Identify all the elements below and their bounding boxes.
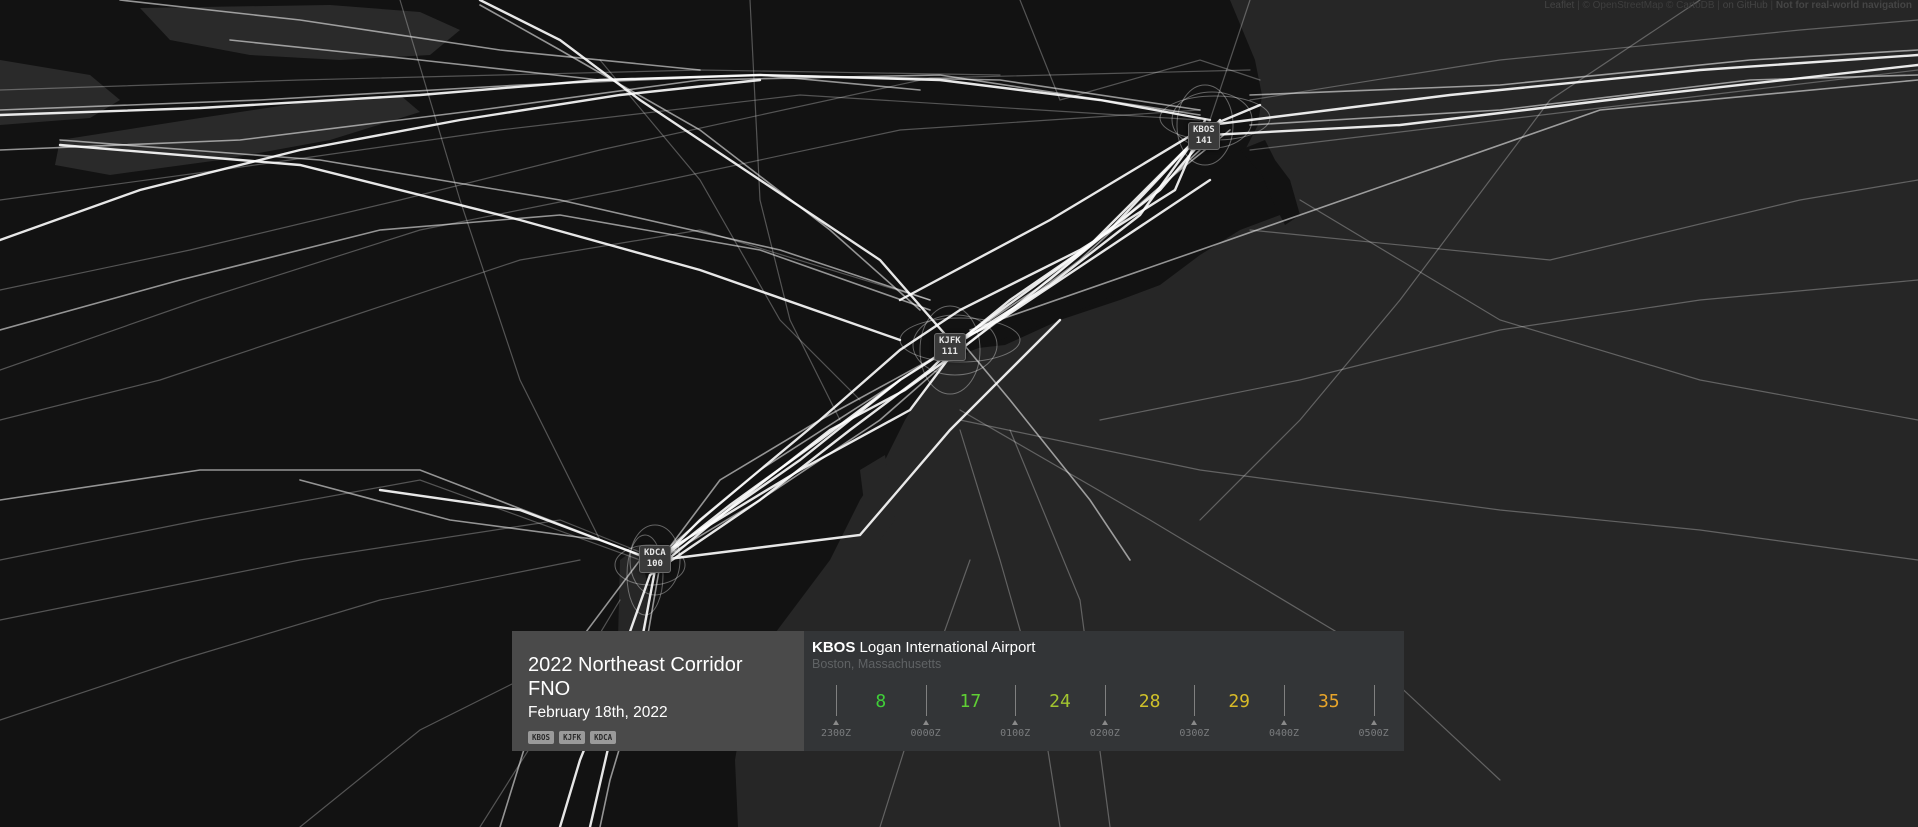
airport-marker-code: KDCA — [644, 548, 666, 558]
hourly-arrival-count: 24 — [1049, 691, 1071, 712]
timeline-time-label: 0500Z — [1358, 728, 1389, 739]
airport-code: KBOS — [812, 639, 856, 656]
event-title: 2022 Northeast Corridor FNO — [528, 654, 743, 700]
timeline-tick-arrow-icon — [1012, 720, 1019, 725]
hourly-arrival-count: 17 — [959, 691, 982, 712]
timeline-tick-arrow-icon — [833, 720, 839, 725]
hourly-arrival-count: 35 — [1317, 691, 1340, 712]
airport-tag-kjfk[interactable]: KJFK — [559, 731, 586, 744]
timeline-time-label: 0300Z — [1179, 728, 1210, 739]
map-attribution: Leaflet | © OpenStreetMap © CartoDB | on… — [1544, 0, 1912, 11]
timeline-tick-arrow-icon — [922, 720, 929, 725]
timeline-tick — [925, 685, 927, 716]
airport-marker-kdca[interactable]: KDCA 100 — [639, 545, 671, 573]
airport-marker-count: 100 — [646, 559, 663, 569]
airport-marker-count: 141 — [1195, 136, 1212, 146]
airport-heading: KBOS Logan International Airport — [812, 639, 1396, 656]
airport-city: Boston, Massachusetts — [812, 657, 942, 671]
timeline-tick — [1194, 685, 1196, 716]
timeline-tick — [1373, 685, 1375, 716]
airport-marker-kjfk[interactable]: KJFK 111 — [934, 333, 966, 361]
airport-marker-code: KBOS — [1193, 125, 1215, 135]
timeline-time-label: 0100Z — [1000, 728, 1031, 739]
timeline-time-label: 0000Z — [910, 728, 941, 739]
airport-marker-count: 111 — [941, 347, 958, 357]
timeline-tick — [1104, 685, 1106, 716]
timeline-tick-arrow-icon — [1370, 720, 1377, 725]
leaflet-link[interactable]: Leaflet — [1544, 0, 1574, 11]
timeline-time-label: 2300Z — [820, 728, 852, 739]
airport-tag-kbos[interactable]: KBOS — [528, 731, 555, 744]
timeline-time-label: 0400Z — [1268, 728, 1300, 739]
timeline-tick — [1284, 685, 1285, 716]
timeline-tick-arrow-icon — [1191, 720, 1198, 725]
airport-detail-card: KBOS Logan International Airport Boston,… — [804, 631, 1404, 751]
hourly-arrival-count: 28 — [1138, 691, 1161, 712]
arrivals-timeline: 2300Z 0000Z 0100Z 0200Z 0300Z 0400Z 0500Z 8 17 24… — [804, 685, 1404, 751]
navigation-warning: Not for real-world navigation — [1775, 0, 1912, 11]
timeline-time-label: 0200Z — [1089, 728, 1120, 739]
event-date: February 18th, 2022 — [528, 704, 668, 721]
airport-marker-code: KJFK — [939, 336, 961, 346]
carto-attribution: © CartoDB — [1666, 0, 1715, 11]
airport-tags: KBOS KJFK KDCA — [528, 731, 788, 744]
timeline-tick — [1015, 685, 1017, 716]
info-panel: 2022 Northeast Corridor FNO February 18t… — [512, 631, 1404, 751]
event-card: 2022 Northeast Corridor FNO February 18t… — [512, 631, 804, 751]
hourly-arrival-count: 8 — [875, 691, 887, 712]
airport-name: Logan International Airport — [859, 639, 1036, 656]
github-link[interactable]: on GitHub — [1723, 0, 1768, 11]
timeline-tick-arrow-icon — [1281, 720, 1287, 725]
airport-tag-kdca[interactable]: KDCA — [590, 731, 617, 744]
timeline-tick — [836, 685, 837, 716]
hourly-arrival-count: 29 — [1228, 691, 1251, 712]
airport-marker-kbos[interactable]: KBOS 141 — [1188, 122, 1220, 150]
timeline-tick-arrow-icon — [1101, 720, 1108, 725]
osm-attribution: © OpenStreetMap — [1582, 0, 1664, 11]
